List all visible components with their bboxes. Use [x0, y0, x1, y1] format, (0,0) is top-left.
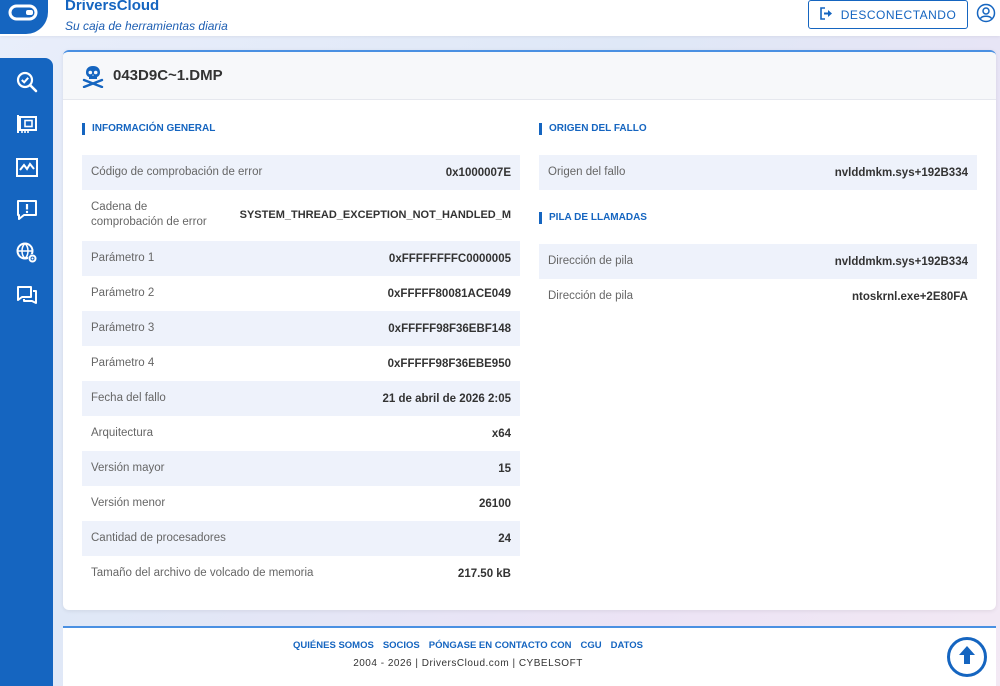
sidebar-item-forum[interactable]: [0, 281, 53, 315]
row-value: 0xFFFFF98F36EBE950: [387, 357, 511, 370]
footer-link-partners[interactable]: SOCIOS: [383, 640, 420, 651]
footer: QUIÉNES SOMOS SOCIOS PÓNGASE EN CONTACTO…: [63, 626, 996, 686]
row-label: Tamaño del archivo de volcado de memoria: [91, 567, 314, 579]
row-label: Código de comprobación de error: [91, 166, 263, 178]
sidebar-item-analysis[interactable]: [0, 67, 53, 101]
disconnect-button[interactable]: DESCONECTANDO: [808, 0, 968, 29]
sidebar: [0, 58, 53, 686]
table-row: Arquitectura x64: [82, 416, 520, 451]
footer-copyright: 2004 - 2026 | DriversCloud.com | CYBELSO…: [353, 658, 583, 669]
crash-dump-card: 043D9C~1.DMP INFORMACIÓN GENERAL Código …: [63, 50, 996, 610]
row-value: 15: [498, 462, 511, 475]
table-row: Código de comprobación de error 0x100000…: [82, 155, 520, 190]
row-label: Parámetro 3: [91, 322, 155, 334]
user-circle-icon: [976, 3, 996, 28]
footer-links: QUIÉNES SOMOS SOCIOS PÓNGASE EN CONTACTO…: [63, 640, 873, 651]
sidebar-item-hardware[interactable]: [0, 109, 53, 143]
sidebar-item-alerts[interactable]: [0, 195, 53, 229]
row-label: Origen del fallo: [548, 166, 626, 178]
drivercloud-logo-icon[interactable]: [0, 0, 48, 34]
row-label: Versión mayor: [91, 462, 165, 474]
row-label: Parámetro 4: [91, 357, 155, 369]
row-value: 26100: [479, 497, 511, 510]
row-label: Dirección de pila: [548, 290, 634, 302]
row-label: Cadena de comprobación de error: [91, 201, 207, 228]
table-row: Cadena de comprobación de error SYSTEM_T…: [82, 190, 520, 240]
table-row: Parámetro 3 0xFFFFF98F36EBF148: [82, 311, 520, 346]
brand-tagline: Su caja de herramientas diaria: [65, 19, 228, 33]
table-row: Versión menor 26100: [82, 486, 520, 521]
row-value: nvlddmkm.sys+192B334: [834, 166, 968, 179]
card-header: 043D9C~1.DMP: [63, 52, 996, 100]
section-title-general: INFORMACIÓN GENERAL: [82, 123, 215, 135]
row-value: ntoskrnl.exe+2E80FA: [851, 290, 968, 303]
row-label: Versión menor: [91, 497, 166, 509]
arrow-up-icon: [956, 643, 978, 672]
sidebar-item-monitoring[interactable]: [0, 153, 53, 187]
table-row: Versión mayor 15: [82, 451, 520, 486]
scroll-to-top-button[interactable]: [947, 637, 987, 677]
table-row: Parámetro 4 0xFFFFF98F36EBE950: [82, 346, 520, 381]
footer-link-about[interactable]: QUIÉNES SOMOS: [293, 640, 374, 651]
table-row: Tamaño del archivo de volcado de memoria…: [82, 556, 520, 591]
chat-icon: [15, 284, 39, 313]
logout-icon: [819, 6, 834, 23]
disconnect-label: DESCONECTANDO: [840, 7, 957, 22]
top-header: DriversCloud Su caja de herramientas dia…: [0, 0, 1000, 36]
footer-link-terms[interactable]: CGU: [580, 640, 601, 651]
monitor-chart-icon: [15, 156, 39, 185]
row-value: 217.50 kB: [457, 567, 511, 580]
row-label: Cantidad de procesadores: [91, 532, 226, 544]
row-value: 24: [498, 532, 511, 545]
alert-message-icon: [15, 198, 39, 227]
row-value: 0x1000007E: [445, 166, 511, 179]
table-row: Dirección de pila ntoskrnl.exe+2E80FA: [539, 279, 977, 314]
sidebar-item-network[interactable]: [0, 238, 53, 272]
footer-link-contact[interactable]: PÓNGASE EN CONTACTO CON: [429, 640, 572, 651]
table-row: Fecha del fallo 21 de abril de 2026 2:05: [82, 381, 520, 416]
hardware-card-icon: [15, 112, 39, 141]
row-label: Arquitectura: [91, 427, 154, 439]
table-row: Dirección de pila nvlddmkm.sys+192B334: [539, 244, 977, 279]
skull-crossbones-icon: [81, 64, 105, 89]
footer-link-data[interactable]: DATOS: [611, 640, 643, 651]
row-value: 0xFFFFF80081ACE049: [387, 287, 511, 300]
row-label: Dirección de pila: [548, 255, 634, 267]
row-value: x64: [491, 427, 511, 440]
row-label: Parámetro 2: [91, 287, 155, 299]
row-value: 0xFFFFF98F36EBF148: [388, 322, 511, 335]
table-row: Parámetro 2 0xFFFFF80081ACE049: [82, 276, 520, 311]
table-row: Parámetro 1 0xFFFFFFFFC0000005: [82, 241, 520, 276]
row-value: SYSTEM_THREAD_EXCEPTION_NOT_HANDLED_M: [239, 209, 511, 221]
search-check-icon: [15, 70, 39, 99]
table-row: Cantidad de procesadores 24: [82, 521, 520, 556]
account-button[interactable]: [975, 3, 997, 28]
row-value: nvlddmkm.sys+192B334: [834, 255, 968, 268]
brand-name[interactable]: DriversCloud: [65, 0, 159, 14]
row-value: 21 de abril de 2026 2:05: [382, 392, 512, 405]
page-title: 043D9C~1.DMP: [113, 67, 223, 84]
table-row: Origen del fallo nvlddmkm.sys+192B334: [539, 155, 977, 190]
row-label: Fecha del fallo: [91, 392, 166, 404]
row-value: 0xFFFFFFFFC0000005: [388, 252, 511, 265]
row-label: Parámetro 1: [91, 252, 155, 264]
section-title-origin: ORIGEN DEL FALLO: [539, 123, 647, 135]
globe-gear-icon: [15, 241, 39, 270]
section-title-stack: PILA DE LLAMADAS: [539, 212, 647, 224]
